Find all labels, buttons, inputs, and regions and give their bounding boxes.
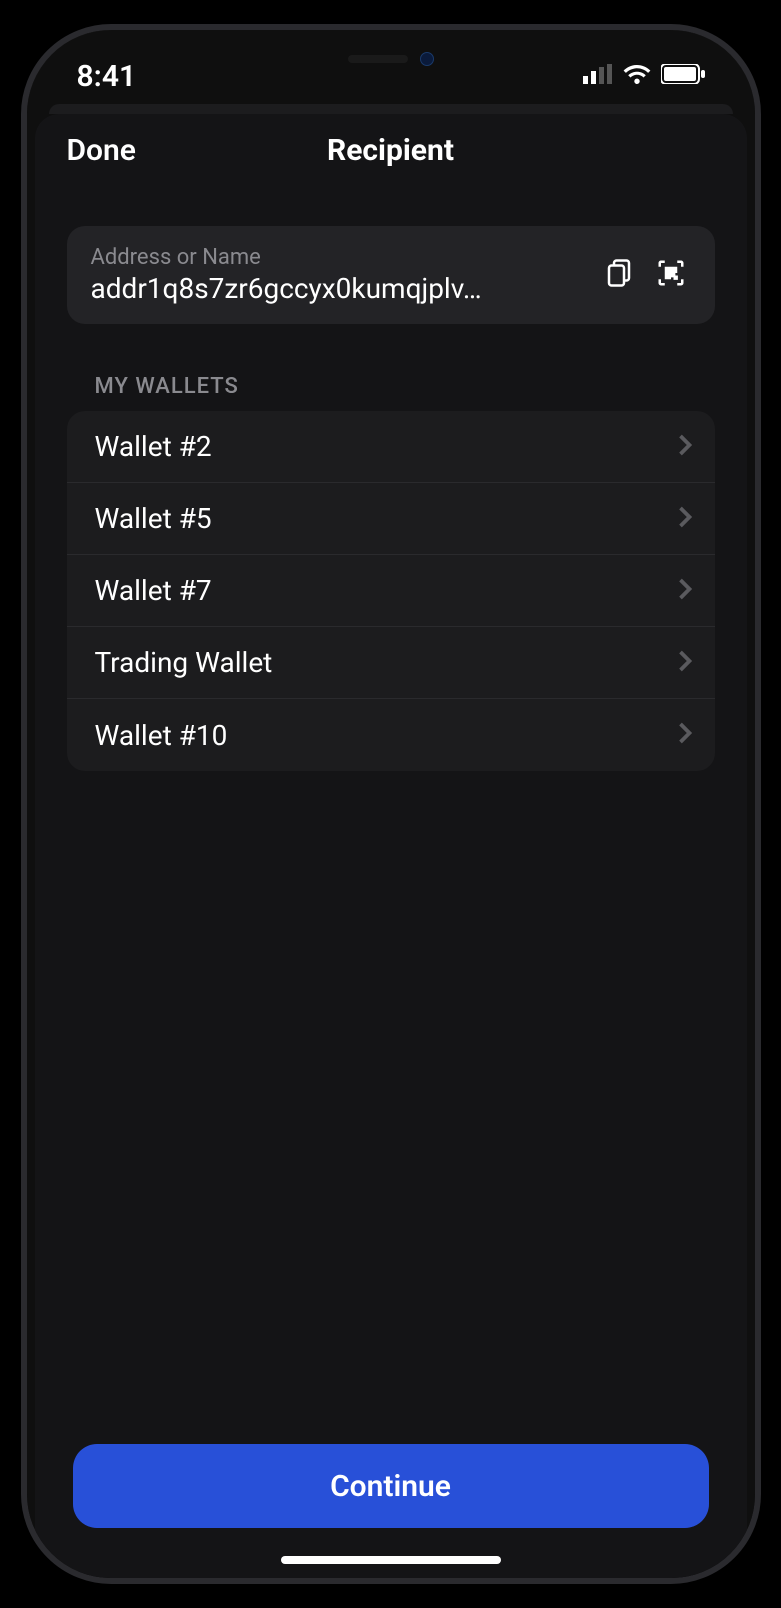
wallet-name: Wallet #7 [95, 574, 212, 607]
wallet-row[interactable]: Wallet #2 [67, 411, 715, 483]
address-input-text: Address or Name addr1q8s7zr6gccyx0kumqjp… [91, 245, 587, 305]
wallets-section-label: MY WALLETS [95, 374, 715, 399]
home-indicator[interactable] [281, 1556, 501, 1564]
speaker-grille [348, 55, 408, 63]
wallet-row[interactable]: Wallet #5 [67, 483, 715, 555]
wallet-name: Wallet #10 [95, 719, 228, 752]
address-label: Address or Name [91, 245, 587, 270]
scan-qr-button[interactable] [651, 255, 691, 295]
notch [348, 52, 434, 66]
sheet-backdrop: Done Recipient Address or Name addr1q8s7… [27, 104, 755, 1578]
qr-scan-icon [656, 258, 686, 292]
address-value: addr1q8s7zr6gccyx0kumqjplv… [91, 272, 587, 305]
phone-frame: 8:41 Done Recipient [21, 24, 761, 1584]
content: Address or Name addr1q8s7zr6gccyx0kumqjp… [35, 186, 747, 1444]
background-sheet-peek [49, 104, 733, 114]
modal-sheet: Done Recipient Address or Name addr1q8s7… [35, 114, 747, 1578]
wallet-row[interactable]: Wallet #7 [67, 555, 715, 627]
wallet-name: Wallet #5 [95, 502, 212, 535]
spacer [67, 771, 715, 1444]
done-button[interactable]: Done [67, 133, 136, 168]
battery-icon [661, 64, 705, 88]
wallet-row[interactable]: Trading Wallet [67, 627, 715, 699]
wifi-icon [623, 64, 651, 88]
wallet-list: Wallet #2 Wallet #5 Wallet [67, 411, 715, 771]
wallet-name: Trading Wallet [95, 646, 273, 679]
screen: 8:41 Done Recipient [27, 30, 755, 1578]
chevron-right-icon [677, 433, 693, 461]
paste-icon [604, 258, 634, 292]
chevron-right-icon [677, 577, 693, 605]
status-icons [583, 64, 705, 88]
paste-button[interactable] [599, 255, 639, 295]
continue-button[interactable]: Continue [73, 1444, 709, 1528]
wallet-row[interactable]: Wallet #10 [67, 699, 715, 771]
address-input[interactable]: Address or Name addr1q8s7zr6gccyx0kumqjp… [67, 226, 715, 324]
chevron-right-icon [677, 721, 693, 749]
page-title: Recipient [327, 133, 454, 168]
modal-nav: Done Recipient [35, 114, 747, 186]
status-time: 8:41 [77, 59, 137, 94]
front-camera [420, 52, 434, 66]
chevron-right-icon [677, 649, 693, 677]
chevron-right-icon [677, 505, 693, 533]
cellular-icon [583, 64, 613, 88]
wallet-name: Wallet #2 [95, 430, 212, 463]
